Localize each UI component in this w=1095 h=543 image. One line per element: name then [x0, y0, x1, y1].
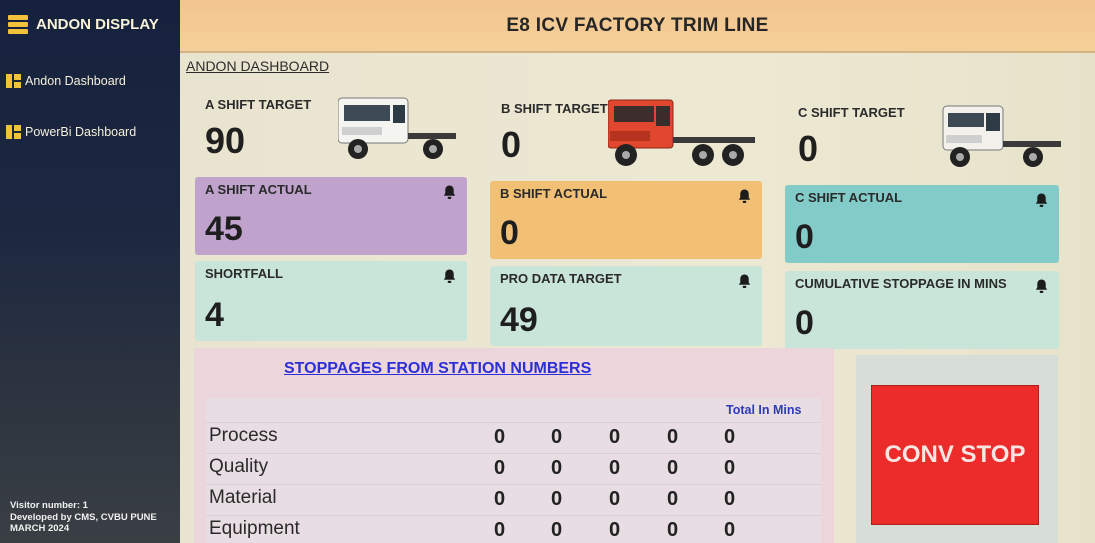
table-cell: 0	[609, 457, 621, 479]
sidebar-item-powerbi-dashboard[interactable]: PowerBi Dashboard	[6, 125, 136, 139]
target-value: 0	[798, 128, 819, 169]
bell-icon[interactable]	[1034, 192, 1049, 208]
table-row: Process 0 0 0 0 0	[206, 422, 821, 453]
card-value: 0	[500, 214, 519, 252]
breadcrumb-andon-dashboard[interactable]: ANDON DASHBOARD	[186, 58, 329, 74]
target-a-shift: A SHIFT TARGET 90	[205, 97, 311, 162]
table-cell: 0	[494, 519, 506, 541]
card-cumulative-stoppage: CUMULATIVE STOPPAGE IN MINS 0	[785, 271, 1059, 349]
card-value: 0	[795, 304, 814, 342]
total-header: Total In Mins	[726, 403, 802, 417]
total-cell: 0	[724, 519, 736, 541]
table-cell: 0	[667, 426, 679, 448]
dashboard-icon	[6, 74, 21, 88]
header: E8 ICV FACTORY TRIM LINE	[180, 0, 1095, 53]
card-value: 0	[795, 218, 814, 256]
stack-icon	[8, 15, 28, 34]
brand: ANDON DISPLAY	[8, 12, 159, 36]
table-row: Equipment 0 0 0 0 0	[206, 515, 821, 543]
card-label: B SHIFT ACTUAL	[500, 186, 608, 201]
sidebar: ANDON DISPLAY Andon Dashboard PowerBi Da…	[0, 0, 180, 543]
table-cell: 0	[609, 488, 621, 510]
total-cell: 0	[724, 426, 736, 448]
target-label: A SHIFT TARGET	[205, 97, 312, 112]
main-content: ANDON DASHBOARD A SHIFT TARGET 90 B SHIF…	[180, 53, 1095, 543]
bell-icon[interactable]	[1034, 278, 1049, 294]
table-cell: 0	[667, 488, 679, 510]
stoppages-panel: STOPPAGES FROM STATION NUMBERS Total In …	[194, 348, 834, 543]
card-value: 49	[500, 301, 538, 339]
dashboard-icon	[6, 125, 21, 139]
card-pro-data-target: PRO DATA TARGET 49	[490, 266, 762, 346]
row-label: Material	[209, 487, 277, 508]
card-value: 4	[205, 296, 224, 334]
bell-icon[interactable]	[737, 273, 752, 289]
table-row: Material 0 0 0 0 0	[206, 484, 821, 515]
table-cell: 0	[551, 426, 563, 448]
conv-stop-panel: CONV STOP	[856, 355, 1058, 543]
card-label: C SHIFT ACTUAL	[795, 190, 903, 205]
truck-white-icon	[942, 105, 1061, 167]
sidebar-item-label: Andon Dashboard	[25, 74, 126, 88]
footer-date: MARCH 2024	[10, 523, 70, 534]
table-cell: 0	[667, 519, 679, 541]
table-cell: 0	[551, 457, 563, 479]
table-cell: 0	[551, 519, 563, 541]
card-b-shift-actual: B SHIFT ACTUAL 0	[490, 181, 762, 259]
table-cell: 0	[667, 457, 679, 479]
target-label: C SHIFT TARGET	[798, 105, 905, 120]
table-cell: 0	[609, 519, 621, 541]
table-cell: 0	[551, 488, 563, 510]
target-value: 90	[205, 120, 246, 161]
row-label: Equipment	[209, 518, 300, 539]
sidebar-footer: Visitor number: 1 Developed by CMS, CVBU…	[10, 500, 180, 535]
bell-icon[interactable]	[442, 268, 457, 284]
card-label: CUMULATIVE STOPPAGE IN MINS	[795, 276, 1007, 291]
bell-icon[interactable]	[442, 184, 457, 200]
table-cell: 0	[494, 457, 506, 479]
sidebar-item-label: PowerBi Dashboard	[25, 125, 137, 139]
truck-white-icon	[338, 97, 456, 159]
developed-by: Developed by CMS, CVBU PUNE	[10, 511, 157, 523]
target-c-shift: C SHIFT TARGET 0	[798, 105, 905, 170]
total-cell: 0	[724, 488, 736, 510]
truck-red-icon	[608, 99, 755, 166]
card-value: 45	[205, 210, 243, 248]
total-cell: 0	[724, 457, 736, 479]
card-label: SHORTFALL	[205, 266, 283, 281]
card-c-shift-actual: C SHIFT ACTUAL 0	[785, 185, 1059, 263]
card-shortfall: SHORTFALL 4	[195, 261, 467, 341]
row-label: Process	[209, 425, 278, 446]
visitor-count: Visitor number: 1	[10, 500, 88, 511]
target-b-shift: B SHIFT TARGET 0	[501, 101, 608, 166]
card-label: A SHIFT ACTUAL	[205, 182, 312, 197]
table-row: Quality 0 0 0 0 0	[206, 453, 821, 484]
brand-title: ANDON DISPLAY	[36, 15, 159, 33]
stoppages-title-link[interactable]: STOPPAGES FROM STATION NUMBERS	[284, 360, 591, 378]
table-cell: 0	[494, 488, 506, 510]
sidebar-item-andon-dashboard[interactable]: Andon Dashboard	[6, 74, 126, 88]
bell-icon[interactable]	[737, 188, 752, 204]
row-label: Quality	[209, 456, 269, 477]
page-title: E8 ICV FACTORY TRIM LINE	[506, 14, 769, 36]
card-a-shift-actual: A SHIFT ACTUAL 45	[195, 177, 467, 255]
stoppages-table: Total In Mins Process 0 0 0 0 0 Quality …	[206, 398, 821, 543]
target-value: 0	[501, 124, 522, 165]
target-label: B SHIFT TARGET	[501, 101, 608, 116]
table-cell: 0	[494, 426, 506, 448]
table-cell: 0	[609, 426, 621, 448]
card-label: PRO DATA TARGET	[500, 271, 622, 286]
conv-stop-button[interactable]: CONV STOP	[871, 385, 1039, 525]
